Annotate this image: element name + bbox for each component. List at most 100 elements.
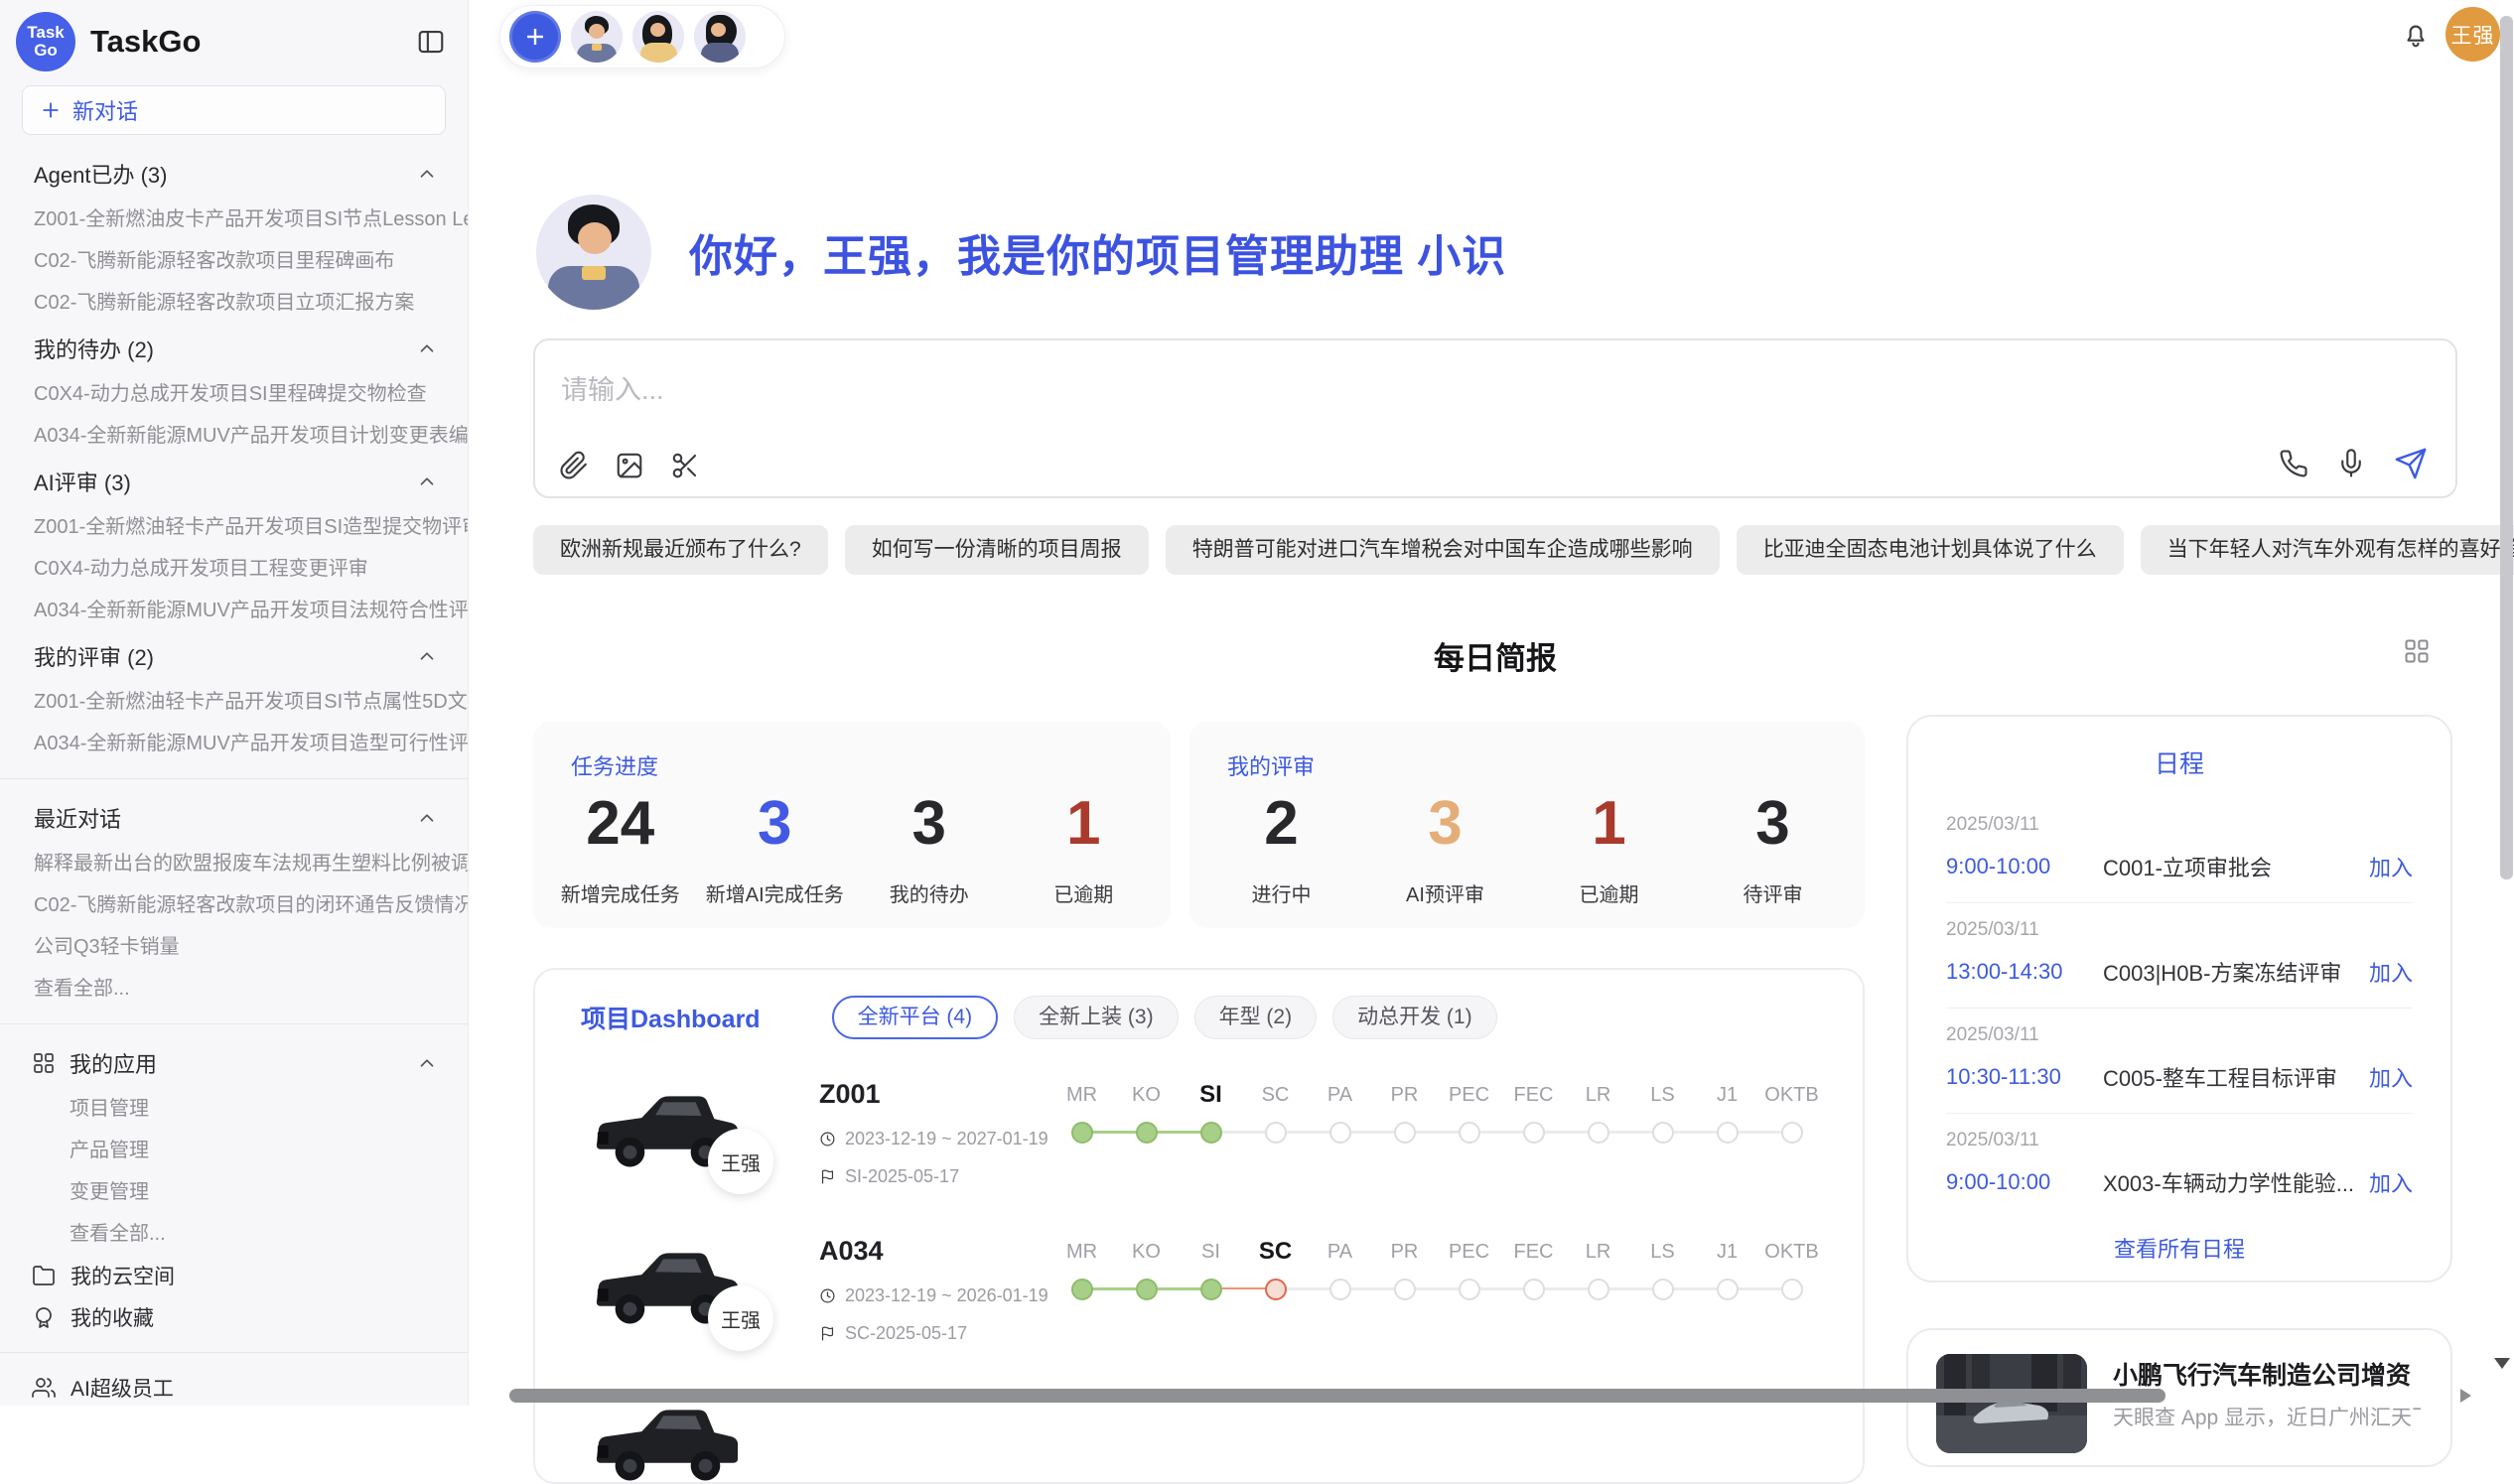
milestone-dot <box>1523 1122 1545 1144</box>
schedule-time: 13:00-14:30 <box>1946 959 2103 985</box>
milestone-label: J1 <box>1695 1234 1759 1270</box>
stat-new-ai-done[interactable]: 3 新增AI完成任务 <box>698 793 853 907</box>
horizontal-scrollbar[interactable] <box>509 1389 2165 1403</box>
join-meeting-link[interactable]: 加入 <box>2369 956 2413 988</box>
app-link-change-mgmt[interactable]: 变更管理 <box>0 1171 468 1213</box>
chevron-up-icon[interactable] <box>416 163 438 185</box>
my-apps-label: 我的应用 <box>70 1047 402 1079</box>
recent-chat-item[interactable]: 解释最新出台的欧盟报废车法规再生塑料比例被调至15%... <box>0 843 468 884</box>
sidebar-task-item[interactable]: A034-全新新能源MUV产品开发项目计划变更表编写 <box>0 415 468 457</box>
sidebar-task-item[interactable]: C02-飞腾新能源轻客改款项目里程碑画布 <box>0 240 468 282</box>
stat-new-done[interactable]: 24 新增完成任务 <box>543 793 698 907</box>
image-upload-icon[interactable] <box>615 451 644 480</box>
stat-ai-pre-review[interactable]: 3 AI预评审 <box>1363 793 1527 907</box>
app-link-product-mgmt[interactable]: 产品管理 <box>0 1130 468 1171</box>
milestone-dot <box>1265 1122 1287 1144</box>
schedule-item[interactable]: 2025/03/11 10:30-11:30 C005-整车工程目标评审 加入 <box>1946 1009 2413 1114</box>
tab-powertrain[interactable]: 动总开发 (1) <box>1332 996 1497 1039</box>
news-snippet: 天眼查 App 显示，近日广州汇天飞行汽 <box>2113 1402 2421 1431</box>
phone-call-icon[interactable] <box>2279 449 2308 478</box>
suggestion-chip[interactable]: 当下年轻人对汽车外观有怎样的喜好趋势 <box>2141 525 2514 575</box>
chevron-up-icon[interactable] <box>416 807 438 829</box>
recent-chats-view-all[interactable]: 查看全部... <box>0 968 468 1010</box>
schedule-item[interactable]: 2025/03/11 9:00-10:00 C001-立项审批会 加入 <box>1946 798 2413 903</box>
sidebar-task-item[interactable]: C0X4-动力总成开发项目SI里程碑提交物检查 <box>0 373 468 415</box>
view-all-schedule-link[interactable]: 查看所有日程 <box>1908 1232 2450 1264</box>
section-header-my-review[interactable]: 我的评审 (2) <box>0 631 468 681</box>
milestone-label: PR <box>1372 1234 1437 1270</box>
sidebar-item-my-apps[interactable]: 我的应用 <box>0 1038 468 1088</box>
agent-avatar-3[interactable] <box>694 11 746 63</box>
scissors-icon[interactable] <box>670 451 700 480</box>
sidebar-task-item[interactable]: Z001-全新燃油轻卡产品开发项目SI造型提交物评审 <box>0 506 468 548</box>
sidebar-item-cloud-space[interactable]: 我的云空间 <box>0 1255 468 1296</box>
project-flag-date: SI-2025-05-17 <box>819 1166 959 1187</box>
stat-pending-review[interactable]: 3 待评审 <box>1691 793 1855 907</box>
microphone-icon[interactable] <box>2336 449 2366 478</box>
join-meeting-link[interactable]: 加入 <box>2369 851 2413 882</box>
project-code: A034 <box>819 1236 884 1267</box>
project-row-partial[interactable] <box>585 1391 1833 1484</box>
vertical-scrollbar[interactable] <box>2500 16 2513 879</box>
project-row-z001[interactable]: 王强 Z001 2023-12-19 ~ 2027-01-19 SI-2025-… <box>585 1077 1833 1234</box>
suggestion-chip[interactable]: 特朗普可能对进口汽车增税会对中国车企造成哪些影响 <box>1166 525 1720 575</box>
sidebar-task-item[interactable]: Z001-全新燃油皮卡产品开发项目SI节点Lesson Learn报告 <box>0 199 468 240</box>
section-header-ai-review[interactable]: AI评审 (3) <box>0 457 468 506</box>
flag-icon <box>819 1168 836 1185</box>
user-avatar[interactable]: 王强 <box>2445 7 2500 62</box>
stat-overdue[interactable]: 1 已逾期 <box>1007 793 1162 907</box>
agent-avatar-1[interactable] <box>571 11 623 63</box>
schedule-item[interactable]: 2025/03/11 9:00-10:00 X003-车辆动力学性能验... 加… <box>1946 1114 2413 1218</box>
stat-in-progress[interactable]: 2 进行中 <box>1199 793 1363 907</box>
project-row-a034[interactable]: 王强 A034 2023-12-19 ~ 2026-01-19 SC-2025-… <box>585 1234 1833 1391</box>
chevron-up-icon[interactable] <box>416 471 438 492</box>
app-link-project-mgmt[interactable]: 项目管理 <box>0 1088 468 1130</box>
stat-review-overdue[interactable]: 1 已逾期 <box>1527 793 1691 907</box>
section-header-recent-chats[interactable]: 最近对话 <box>0 793 468 843</box>
milestone-dot <box>1717 1122 1739 1144</box>
milestone-dot <box>1523 1279 1545 1300</box>
sidebar-item-favorites[interactable]: 我的收藏 <box>0 1296 468 1338</box>
recent-chat-item[interactable]: 公司Q3轻卡销量 <box>0 926 468 968</box>
agent-avatar-2[interactable] <box>632 11 684 63</box>
sidebar-item-ai-super-staff[interactable]: AI超级员工 <box>0 1367 468 1406</box>
tab-new-platform[interactable]: 全新平台 (4) <box>832 996 999 1039</box>
notification-bell-icon[interactable] <box>2401 20 2431 50</box>
scroll-down-arrow[interactable] <box>2494 1358 2510 1369</box>
tab-model-year[interactable]: 年型 (2) <box>1194 996 1318 1039</box>
stat-my-todo[interactable]: 3 我的待办 <box>852 793 1007 907</box>
sidebar-task-item[interactable]: C0X4-动力总成开发项目工程变更评审 <box>0 548 468 590</box>
milestone-dot <box>1588 1122 1609 1144</box>
collapse-sidebar-icon[interactable] <box>416 27 446 57</box>
stat-label: 已逾期 <box>1527 878 1691 907</box>
tab-new-body[interactable]: 全新上装 (3) <box>1014 996 1179 1039</box>
send-icon[interactable] <box>2394 447 2428 480</box>
milestone-dot <box>1717 1279 1739 1300</box>
add-agent-button[interactable] <box>509 11 561 63</box>
attachment-icon[interactable] <box>559 451 589 480</box>
join-meeting-link[interactable]: 加入 <box>2369 1061 2413 1093</box>
recent-chat-item[interactable]: C02-飞腾新能源轻客改款项目的闭环通告反馈情况 <box>0 884 468 926</box>
brief-layout-grid-icon[interactable] <box>2403 637 2431 665</box>
chevron-up-icon[interactable] <box>416 645 438 667</box>
apps-view-all[interactable]: 查看全部... <box>0 1213 468 1255</box>
chat-input[interactable]: 请输入... <box>533 338 2457 498</box>
new-chat-button[interactable]: 新对话 <box>22 85 446 135</box>
suggestion-chip[interactable]: 比亚迪全固态电池计划具体说了什么 <box>1737 525 2124 575</box>
suggestion-chip[interactable]: 如何写一份清晰的项目周报 <box>845 525 1149 575</box>
chevron-up-icon[interactable] <box>416 337 438 359</box>
sidebar-task-item[interactable]: C02-飞腾新能源轻客改款项目立项汇报方案 <box>0 282 468 324</box>
schedule-item[interactable]: 2025/03/11 13:00-14:30 C003|H0B-方案冻结评审 加… <box>1946 903 2413 1009</box>
sidebar-task-item[interactable]: A034-全新新能源MUV产品开发项目法规符合性评审 <box>0 590 468 631</box>
sidebar-task-item[interactable]: Z001-全新燃油轻卡产品开发项目SI节点属性5D文件评审 <box>0 681 468 723</box>
stat-label: 待评审 <box>1691 878 1855 907</box>
section-header-agent-done[interactable]: Agent已办 (3) <box>0 149 468 199</box>
join-meeting-link[interactable]: 加入 <box>2369 1166 2413 1198</box>
dashboard-title: 项目Dashboard <box>581 1000 761 1035</box>
suggestion-chip[interactable]: 欧洲新规最近颁布了什么? <box>533 525 828 575</box>
chevron-up-icon[interactable] <box>416 1052 438 1074</box>
section-header-my-todo[interactable]: 我的待办 (2) <box>0 324 468 373</box>
my-review-label: 我的评审 <box>1227 749 1315 781</box>
sidebar-task-item[interactable]: A034-全新新能源MUV产品开发项目造型可行性评审 <box>0 723 468 764</box>
scroll-right-arrow[interactable] <box>2460 1389 2471 1403</box>
